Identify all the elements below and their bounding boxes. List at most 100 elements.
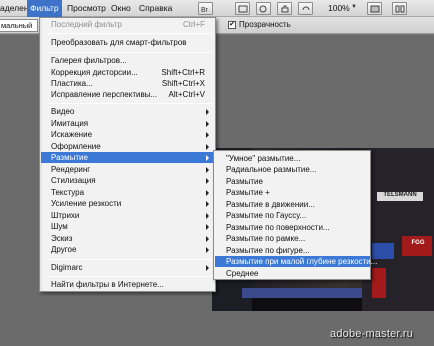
- submenu-item-blur[interactable]: Размытие: [215, 176, 370, 187]
- menu-item-blur[interactable]: Размытие: [41, 152, 215, 163]
- arrange-documents-icon[interactable]: [392, 2, 407, 15]
- zoom-tool-icon[interactable]: [256, 2, 271, 15]
- menu-item-filter-gallery[interactable]: Галерея фильтров...: [41, 55, 215, 66]
- menu-item-brush-strokes[interactable]: Штрихи: [41, 210, 215, 221]
- submenu-arrow-icon: [206, 167, 209, 173]
- submenu-item-smart-blur[interactable]: "Умное" размытие...: [215, 153, 370, 164]
- menu-item-shortcut: Shift+Ctrl+R: [161, 68, 205, 77]
- submenu-arrow-icon: [206, 132, 209, 138]
- menu-separator: [46, 103, 212, 104]
- menu-item-digimarc[interactable]: Digimarc: [41, 262, 215, 273]
- menu-item-label: Стилизация: [51, 176, 96, 185]
- submenu-arrow-icon: [206, 236, 209, 242]
- menu-item-label: Оформление: [51, 142, 101, 151]
- submenu-arrow-icon: [206, 213, 209, 219]
- menu-item-label: Найти фильтры в Интернете...: [51, 280, 164, 289]
- menu-item-noise[interactable]: Шум: [41, 221, 215, 232]
- watermark: adobe-master.ru: [330, 328, 414, 340]
- menu-item-label: Другое: [51, 245, 77, 254]
- submenu-arrow-icon: [206, 155, 209, 161]
- menu-item-label: Искажение: [51, 130, 93, 139]
- mode-select[interactable]: мальный: [0, 19, 38, 32]
- menu-item-label: Digimarc: [51, 263, 83, 272]
- submenu-item-gaussian-blur[interactable]: Размытие по Гауссу...: [215, 210, 370, 221]
- menu-item-label: Штрихи: [51, 211, 80, 220]
- menu-separator: [46, 33, 212, 34]
- menu-item-video[interactable]: Видео: [41, 106, 215, 117]
- menu-item-lens-correction[interactable]: Коррекция дисторсии... Shift+Ctrl+R: [41, 67, 215, 78]
- menu-item-pixelate[interactable]: Оформление: [41, 141, 215, 152]
- zoom-dropdown-icon[interactable]: ▼: [351, 4, 357, 10]
- submenu-arrow-icon: [206, 121, 209, 127]
- hand-tool-icon[interactable]: [277, 2, 292, 15]
- menu-item-other[interactable]: Другое: [41, 244, 215, 255]
- svg-text:Br: Br: [201, 7, 209, 13]
- menu-item-last-filter: Последний фильтр Ctrl+F: [41, 19, 215, 30]
- menu-item-label: Исправление перспективы...: [51, 90, 158, 99]
- transparency-checkbox[interactable]: ✔: [228, 21, 236, 29]
- submenu-item-box-blur[interactable]: Размытие по рамке...: [215, 233, 370, 244]
- menu-filter[interactable]: Фильтр: [27, 0, 62, 17]
- photo-sign-red: [372, 268, 386, 298]
- menu-item-liquify[interactable]: Пластика... Shift+Ctrl+X: [41, 78, 215, 89]
- submenu-item-motion-blur[interactable]: Размытие в движении...: [215, 199, 370, 210]
- menu-item-sketch[interactable]: Эскиз: [41, 233, 215, 244]
- submenu-item-surface-blur[interactable]: Размытие по поверхности...: [215, 222, 370, 233]
- submenu-item-shape-blur[interactable]: Размытие по фигуре...: [215, 245, 370, 256]
- menu-item-label: Галерея фильтров...: [51, 56, 127, 65]
- photo-street-dark: [252, 298, 362, 311]
- extras-icon[interactable]: [235, 2, 250, 15]
- menu-item-label: Имитация: [51, 119, 89, 128]
- menu-help[interactable]: Справка: [139, 3, 172, 13]
- menu-item-label: Пластика...: [51, 79, 93, 88]
- menu-item-shortcut: Shift+Ctrl+X: [161, 79, 205, 88]
- blur-submenu: "Умное" размытие... Радиальное размытие.…: [213, 150, 377, 280]
- transparency-label: Прозрачность: [239, 20, 291, 29]
- rotate-view-icon[interactable]: [298, 2, 313, 15]
- submenu-arrow-icon: [206, 144, 209, 150]
- submenu-item-blur-more[interactable]: Размытие +: [215, 187, 370, 198]
- submenu-item-lens-blur[interactable]: Размытие при малой глубине резкости...: [215, 256, 377, 267]
- submenu-arrow-icon: [206, 190, 209, 196]
- menu-bar: аделение Фильтр Просмотр Окно Справка Br…: [0, 0, 434, 17]
- submenu-item-radial-blur[interactable]: Радиальное размытие...: [215, 164, 370, 175]
- menu-item-convert-smart-filters[interactable]: Преобразовать для смарт-фильтров: [41, 37, 215, 48]
- menu-window[interactable]: Окно: [111, 3, 131, 13]
- menu-item-shortcut: Alt+Ctrl+V: [168, 90, 205, 99]
- menu-item-label: Размытие: [51, 153, 88, 162]
- menu-item-sharpen[interactable]: Усиление резкости: [41, 198, 215, 209]
- menu-view[interactable]: Просмотр: [67, 3, 106, 13]
- menu-item-stylize[interactable]: Стилизация: [41, 175, 215, 186]
- menu-item-render[interactable]: Рендеринг: [41, 164, 215, 175]
- menu-item-label: Последний фильтр: [51, 20, 122, 29]
- menu-item-shortcut: Ctrl+F: [183, 20, 205, 29]
- menu-item-texture[interactable]: Текстура: [41, 187, 215, 198]
- submenu-arrow-icon: [206, 201, 209, 207]
- bridge-icon[interactable]: Br: [198, 2, 213, 15]
- menu-item-label: Шум: [51, 222, 68, 231]
- screen-mode-icon[interactable]: [367, 2, 382, 15]
- menu-item-label: Рендеринг: [51, 165, 91, 174]
- photo-sign: TELSMANN: [377, 192, 423, 201]
- submenu-arrow-icon: [206, 224, 209, 230]
- menu-item-distort[interactable]: Искажение: [41, 129, 215, 140]
- menu-separator: [46, 276, 212, 277]
- menu-item-artistic[interactable]: Имитация: [41, 118, 215, 129]
- menu-item-label: Видео: [51, 107, 75, 116]
- zoom-level[interactable]: 100%: [328, 3, 350, 13]
- menu-item-browse-filters-online[interactable]: Найти фильтры в Интернете...: [41, 279, 215, 290]
- menu-separator: [46, 259, 212, 260]
- menu-item-label: Эскиз: [51, 234, 73, 243]
- photo-street: [242, 288, 362, 298]
- filter-menu: Последний фильтр Ctrl+F Преобразовать дл…: [39, 17, 216, 292]
- submenu-arrow-icon: [206, 178, 209, 184]
- menu-item-label: Усиление резкости: [51, 199, 122, 208]
- submenu-item-average[interactable]: Среднее: [215, 268, 370, 279]
- submenu-arrow-icon: [206, 109, 209, 115]
- menu-separator: [46, 52, 212, 53]
- submenu-arrow-icon: [206, 265, 209, 271]
- menu-item-vanishing-point[interactable]: Исправление перспективы... Alt+Ctrl+V: [41, 89, 215, 100]
- menu-item-label: Текстура: [51, 188, 85, 197]
- submenu-arrow-icon: [206, 247, 209, 253]
- photo-sign-text: FGG: [411, 240, 425, 246]
